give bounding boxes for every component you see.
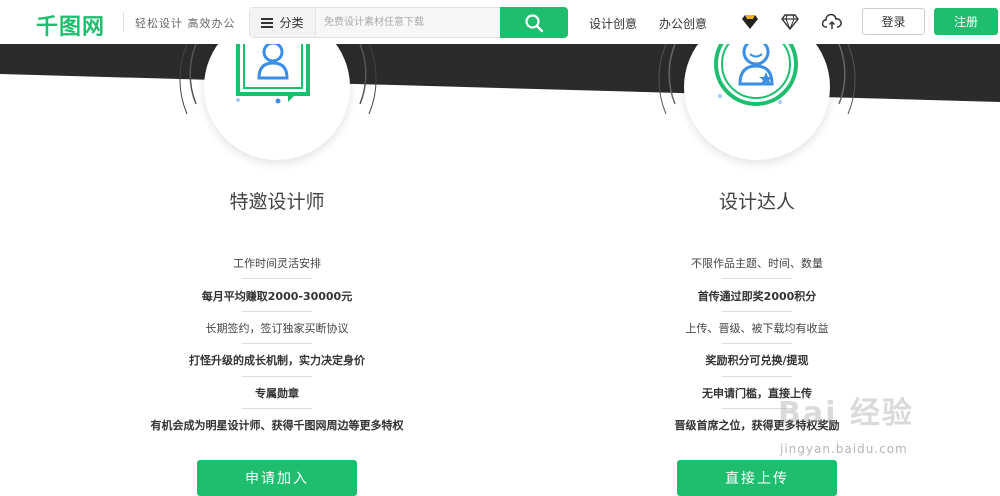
category-dropdown[interactable]: 分类 [250, 8, 316, 37]
benefit-item: 有机会成为明星设计师、获得千图网周边等更多特权 [150, 419, 404, 433]
nav-office-creative[interactable]: 办公创意 [659, 15, 707, 32]
site-slogan: 轻松设计 高效办公 [135, 17, 236, 30]
vip-gem-icon[interactable] [740, 12, 760, 32]
benefit-item: 专属勋章 [77, 377, 477, 409]
benefit-item: 不限作品主题、时间、数量 [557, 247, 957, 280]
benefit-item: 工作时间灵活安排 [77, 247, 477, 280]
card-title: 设计达人 [718, 191, 795, 213]
top-header: 千图网 轻松设计 高效办公 分类 设计创意 办公创意 [0, 0, 1000, 44]
nav-design-creative[interactable]: 设计创意 [589, 15, 637, 32]
upload-cloud-icon[interactable] [822, 12, 842, 32]
logo-divider [123, 12, 124, 32]
benefit-item: 首传通过即奖2000积分 [557, 279, 957, 312]
dark-banner-background [0, 44, 1000, 115]
baidu-watermark-logo: Bai 经验 [778, 396, 914, 431]
menu-icon [261, 17, 274, 28]
search-input[interactable] [324, 14, 494, 31]
apply-join-button[interactable]: 申请加入 [197, 460, 357, 496]
site-logo[interactable]: 千图网 [36, 9, 105, 41]
login-button[interactable]: 登录 [862, 8, 925, 35]
benefit-list: 工作时间灵活安排 每月平均赚取2000-30000元 长期签约，签订独家买断协议… [77, 247, 477, 441]
search-icon [525, 13, 544, 32]
direct-upload-button[interactable]: 直接上传 [677, 460, 837, 496]
benefit-item: 打怪升级的成长机制，实力决定身价 [77, 344, 477, 377]
benefit-item: 上传、晋级、被下载均有收益 [557, 312, 957, 345]
search-bar: 分类 [249, 7, 568, 38]
benefit-item: 每月平均赚取2000-30000元 [77, 279, 477, 312]
search-button[interactable] [500, 7, 568, 38]
diamond-icon[interactable] [780, 12, 800, 32]
card-title: 特邀设计师 [229, 191, 325, 213]
benefit-item: 长期签约，签订独家买断协议 [77, 312, 477, 345]
baidu-watermark-url: jingyan.baidu.com [780, 442, 908, 456]
category-label: 分类 [279, 16, 304, 30]
benefit-item: 奖励积分可兑换/提现 [557, 344, 957, 377]
register-button[interactable]: 注册 [934, 8, 998, 35]
